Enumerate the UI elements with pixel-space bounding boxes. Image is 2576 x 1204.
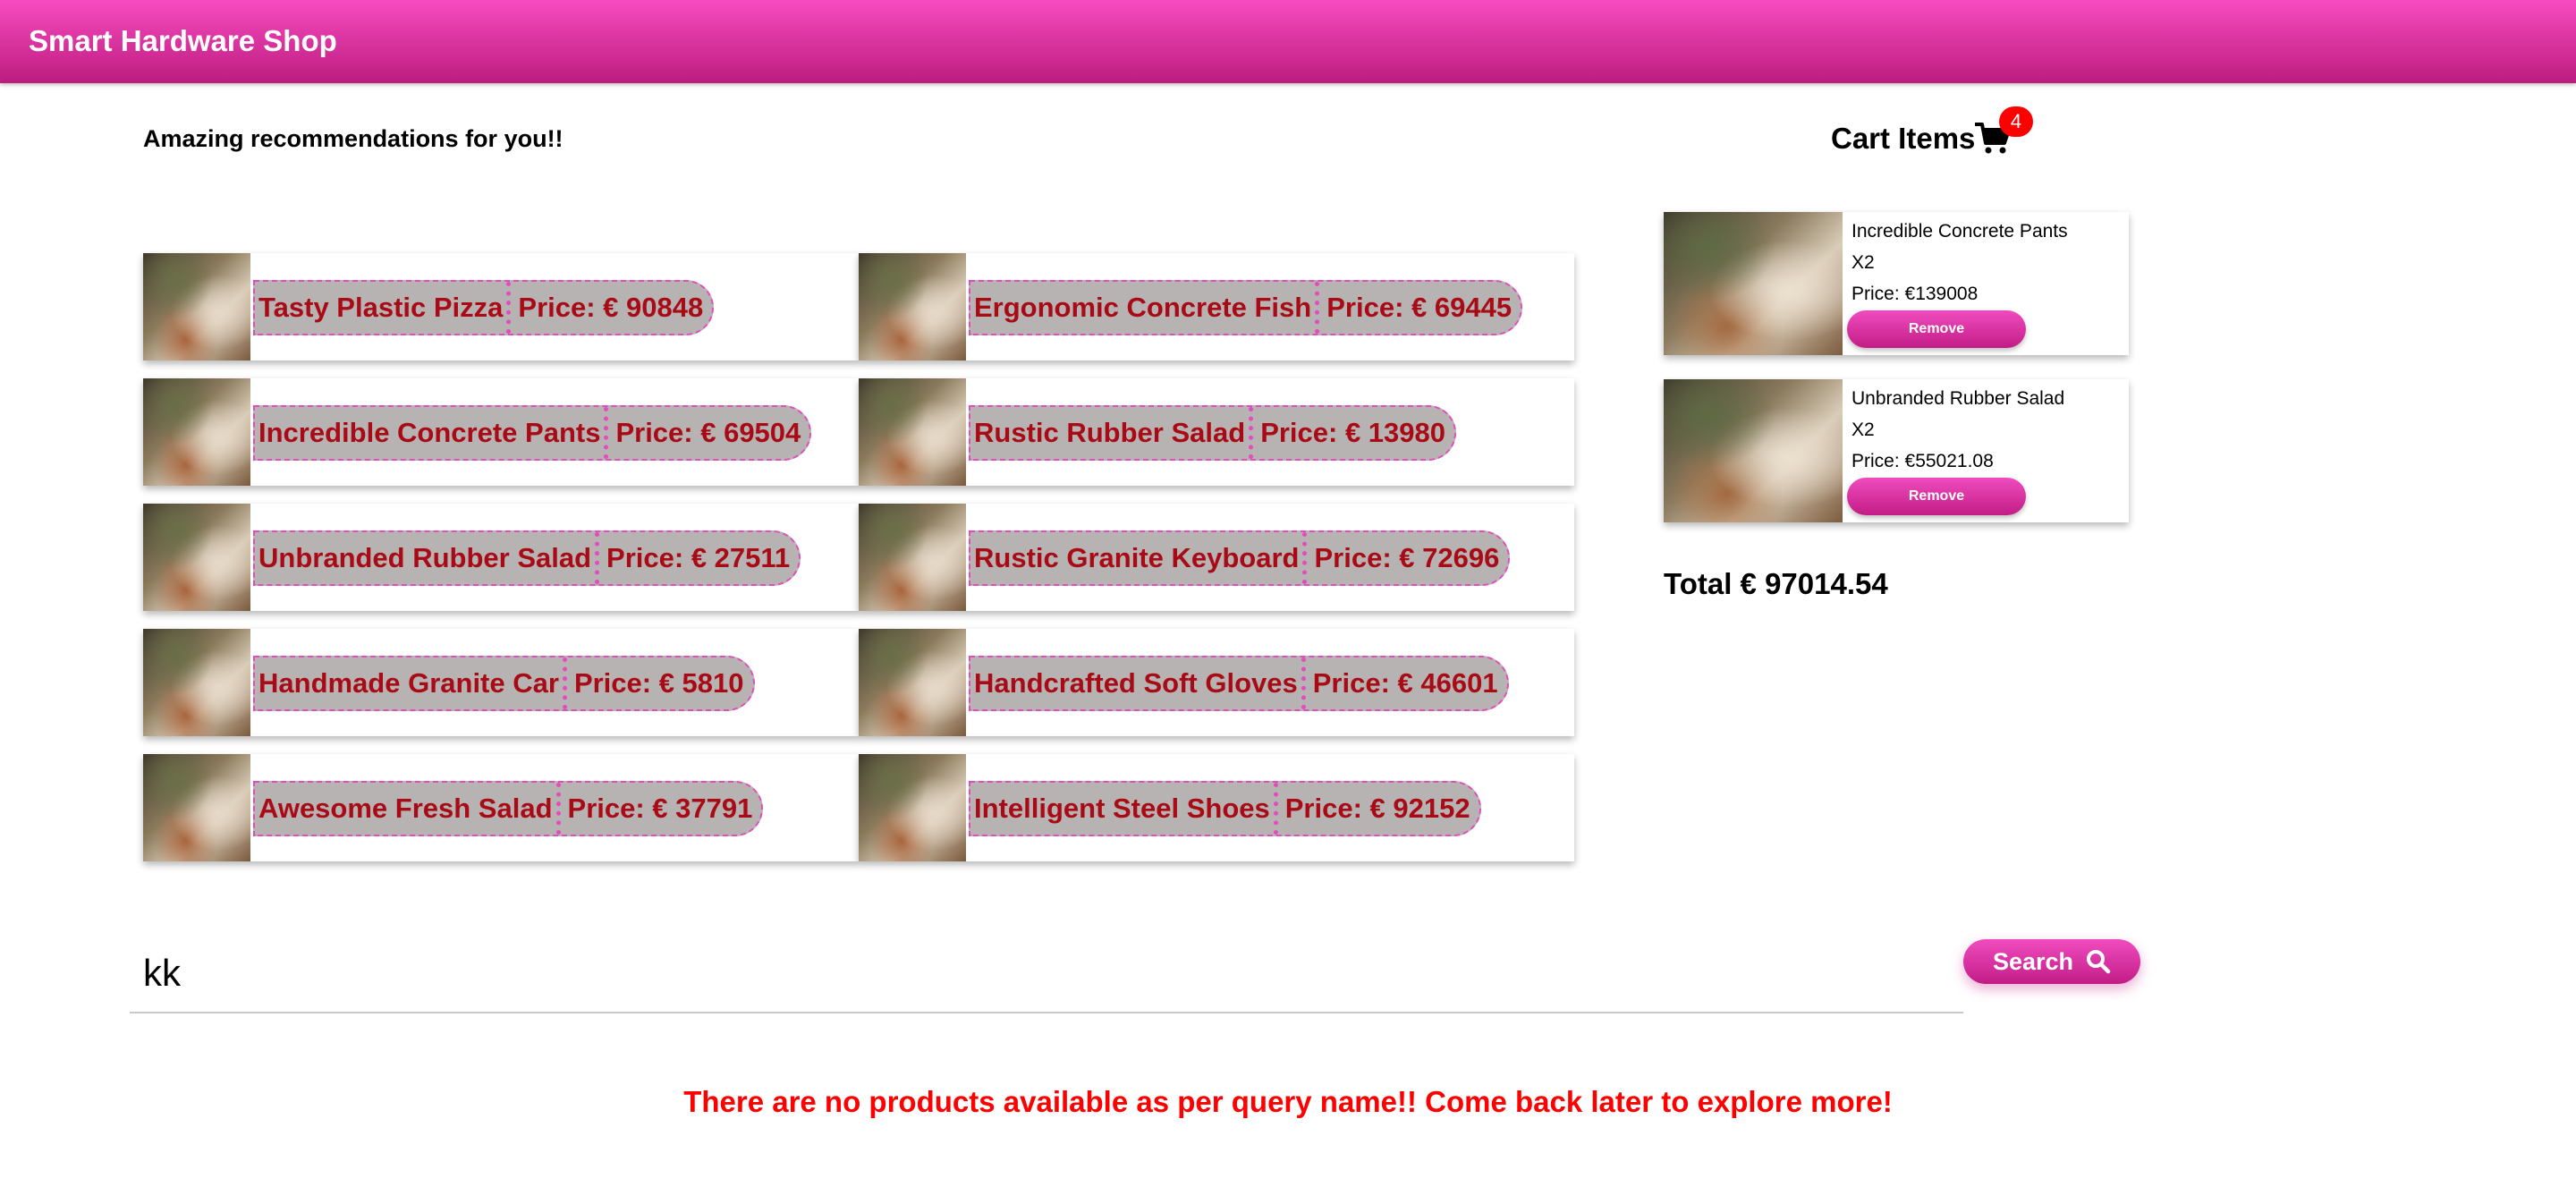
product-image (143, 754, 250, 861)
product-image (859, 378, 966, 486)
product-name: Rustic Rubber Salad (970, 407, 1254, 459)
magnifier-icon (2087, 950, 2111, 974)
product-price: Price: € 37791 (567, 793, 753, 824)
product-image (143, 378, 250, 486)
product-name: Intelligent Steel Shoes (970, 783, 1278, 835)
remove-button[interactable]: Remove (1847, 310, 2026, 348)
product-price: Price: € 5810 (573, 667, 744, 699)
product-label: Unbranded Rubber Salad Price: € 27511 (253, 530, 801, 586)
product-name: Rustic Granite Keyboard (970, 532, 1308, 584)
product-name: Handmade Granite Car (255, 657, 567, 709)
product-label: Ergonomic Concrete Fish Price: € 69445 (969, 280, 1523, 335)
product-image (859, 629, 966, 736)
product-price: Price: € 27511 (606, 542, 791, 573)
cart-item-quantity: X2 (1852, 420, 1875, 440)
product-label: Awesome Fresh Salad Price: € 37791 (253, 781, 764, 836)
product-image (143, 504, 250, 611)
product-label: Incredible Concrete Pants Price: € 69504 (253, 405, 812, 461)
cart-item: Unbranded Rubber Salad X2 Price: €55021.… (1664, 379, 2129, 522)
cart-item-name: Incredible Concrete Pants (1852, 221, 2068, 242)
cart-count-badge: 4 (1999, 106, 2033, 137)
product-card[interactable]: Rustic Rubber Salad Price: € 13980 (859, 378, 1574, 486)
product-name: Tasty Plastic Pizza (255, 282, 512, 334)
product-label: Handcrafted Soft Gloves Price: € 46601 (969, 656, 1509, 711)
product-label: Intelligent Steel Shoes Price: € 92152 (969, 781, 1481, 836)
product-card[interactable]: Ergonomic Concrete Fish Price: € 69445 (859, 253, 1574, 360)
product-card[interactable]: Handmade Granite Car Price: € 5810 (143, 629, 859, 736)
cart-item-price: Price: €55021.08 (1852, 451, 1994, 471)
product-card[interactable]: Unbranded Rubber Salad Price: € 27511 (143, 504, 859, 611)
app-header: Smart Hardware Shop (0, 0, 2576, 83)
product-price: Price: € 13980 (1260, 417, 1446, 448)
product-name: Incredible Concrete Pants (255, 407, 609, 459)
product-image (859, 754, 966, 861)
cart-title: Cart Items (1831, 122, 1976, 155)
product-card[interactable]: Handcrafted Soft Gloves Price: € 46601 (859, 629, 1574, 736)
cart-item-image (1664, 212, 1843, 355)
cart-item-price: Price: €139008 (1852, 284, 1979, 304)
product-image (859, 504, 966, 611)
product-label: Tasty Plastic Pizza Price: € 90848 (253, 280, 715, 335)
search-input[interactable] (130, 935, 1963, 1013)
cart-item-quantity: X2 (1852, 252, 1875, 273)
app-title: Smart Hardware Shop (29, 24, 337, 57)
product-price: Price: € 72696 (1314, 542, 1500, 573)
product-label: Handmade Granite Car Price: € 5810 (253, 656, 755, 711)
product-price: Price: € 92152 (1284, 793, 1470, 824)
product-card[interactable]: Tasty Plastic Pizza Price: € 90848 (143, 253, 859, 360)
product-image (143, 253, 250, 360)
no-products-message: There are no products available as per q… (683, 1085, 1893, 1118)
product-image (859, 253, 966, 360)
product-image (143, 629, 250, 736)
product-card[interactable]: Rustic Granite Keyboard Price: € 72696 (859, 504, 1574, 611)
product-price: Price: € 46601 (1312, 667, 1498, 699)
product-price: Price: € 69504 (615, 417, 801, 448)
product-name: Unbranded Rubber Salad (255, 532, 600, 584)
product-price: Price: € 90848 (518, 292, 704, 323)
cart-item-image (1664, 379, 1843, 522)
product-card[interactable]: Incredible Concrete Pants Price: € 69504 (143, 378, 859, 486)
cart-item-name: Unbranded Rubber Salad (1852, 388, 2065, 409)
cart-item: Incredible Concrete Pants X2 Price: €139… (1664, 212, 2129, 355)
product-name: Handcrafted Soft Gloves (970, 657, 1306, 709)
product-price: Price: € 69445 (1326, 292, 1513, 323)
search-button-label: Search (1992, 947, 2074, 975)
product-card[interactable]: Intelligent Steel Shoes Price: € 92152 (859, 754, 1574, 861)
product-card[interactable]: Awesome Fresh Salad Price: € 37791 (143, 754, 859, 861)
remove-button[interactable]: Remove (1847, 478, 2026, 515)
search-button[interactable]: Search (1963, 939, 2140, 984)
product-name: Ergonomic Concrete Fish (970, 282, 1320, 334)
cart-total: Total € 97014.54 (1664, 567, 1888, 600)
product-label: Rustic Granite Keyboard Price: € 72696 (969, 530, 1511, 586)
product-name: Awesome Fresh Salad (255, 783, 561, 835)
recommendations-heading: Amazing recommendations for you!! (143, 125, 564, 152)
product-label: Rustic Rubber Salad Price: € 13980 (969, 405, 1457, 461)
